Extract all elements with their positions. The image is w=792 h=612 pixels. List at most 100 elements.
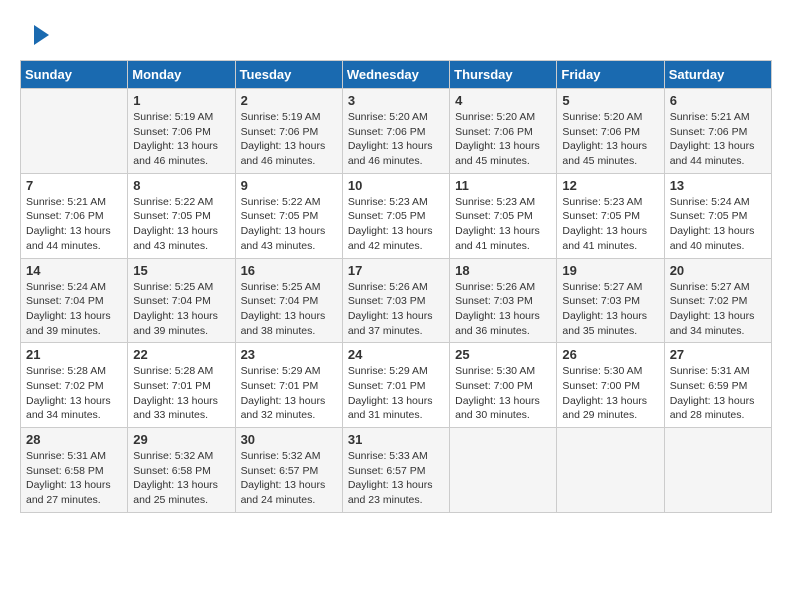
day-info: Sunrise: 5:19 AM Sunset: 7:06 PM Dayligh…: [133, 110, 229, 169]
calendar-cell: 4Sunrise: 5:20 AM Sunset: 7:06 PM Daylig…: [450, 89, 557, 174]
day-info: Sunrise: 5:27 AM Sunset: 7:03 PM Dayligh…: [562, 280, 658, 339]
day-info: Sunrise: 5:32 AM Sunset: 6:57 PM Dayligh…: [241, 449, 337, 508]
day-number: 9: [241, 178, 337, 193]
calendar-cell: 23 Sunrise: 5:29 AM Sunset: 7:01 PM Dayli…: [235, 343, 342, 428]
calendar-cell: [450, 428, 557, 513]
day-info: Sunrise: 5:32 AM Sunset: 6:58 PM Dayligh…: [133, 449, 229, 508]
day-info: Sunrise: 5:23 AM Sunset: 7:05 PM Dayligh…: [562, 195, 658, 254]
calendar-body: 1 Sunrise: 5:19 AM Sunset: 7:06 PM Daylig…: [21, 89, 772, 513]
calendar-cell: 16 Sunrise: 5:25 AM Sunset: 7:04 PM Dayli…: [235, 258, 342, 343]
day-number: 24: [348, 347, 444, 362]
col-header-tuesday: Tuesday: [235, 61, 342, 89]
calendar-cell: 6 Sunrise: 5:21 AM Sunset: 7:06 PM Daylig…: [664, 89, 771, 174]
day-info: Sunrise: 5:26 AM Sunset: 7:03 PM Dayligh…: [348, 280, 444, 339]
day-info: Sunrise: 5:30 AM Sunset: 7:00 PM Dayligh…: [455, 364, 551, 423]
calendar-cell: 5Sunrise: 5:20 AM Sunset: 7:06 PM Daylig…: [557, 89, 664, 174]
day-number: 30: [241, 432, 337, 447]
calendar-cell: 1 Sunrise: 5:19 AM Sunset: 7:06 PM Daylig…: [128, 89, 235, 174]
day-info: Sunrise: 5:21 AM Sunset: 7:06 PM Dayligh…: [670, 110, 766, 169]
calendar-table: SundayMondayTuesdayWednesdayThursdayFrid…: [20, 60, 772, 513]
calendar-cell: 24 Sunrise: 5:29 AM Sunset: 7:01 PM Dayli…: [342, 343, 449, 428]
calendar-cell: 17 Sunrise: 5:26 AM Sunset: 7:03 PM Dayli…: [342, 258, 449, 343]
day-info: Sunrise: 5:22 AM Sunset: 7:05 PM Dayligh…: [133, 195, 229, 254]
day-info: Sunrise: 5:29 AM Sunset: 7:01 PM Dayligh…: [348, 364, 444, 423]
day-info: Sunrise: 5:22 AM Sunset: 7:05 PM Dayligh…: [241, 195, 337, 254]
day-info: Sunrise: 5:24 AM Sunset: 7:05 PM Dayligh…: [670, 195, 766, 254]
day-number: 27: [670, 347, 766, 362]
day-number: 13: [670, 178, 766, 193]
week-row-3: 14 Sunrise: 5:24 AM Sunset: 7:04 PM Dayli…: [21, 258, 772, 343]
day-number: 29: [133, 432, 229, 447]
header-row: SundayMondayTuesdayWednesdayThursdayFrid…: [21, 61, 772, 89]
calendar-cell: 8 Sunrise: 5:22 AM Sunset: 7:05 PM Daylig…: [128, 173, 235, 258]
calendar-cell: 25Sunrise: 5:30 AM Sunset: 7:00 PM Dayli…: [450, 343, 557, 428]
day-info: Sunrise: 5:20 AM Sunset: 7:06 PM Dayligh…: [348, 110, 444, 169]
calendar-cell: 12Sunrise: 5:23 AM Sunset: 7:05 PM Dayli…: [557, 173, 664, 258]
col-header-sunday: Sunday: [21, 61, 128, 89]
day-number: 31: [348, 432, 444, 447]
calendar-cell: 26Sunrise: 5:30 AM Sunset: 7:00 PM Dayli…: [557, 343, 664, 428]
day-number: 1: [133, 93, 229, 108]
calendar-cell: 11 Sunrise: 5:23 AM Sunset: 7:05 PM Dayli…: [450, 173, 557, 258]
day-number: 10: [348, 178, 444, 193]
week-row-5: 28Sunrise: 5:31 AM Sunset: 6:58 PM Dayli…: [21, 428, 772, 513]
day-info: Sunrise: 5:27 AM Sunset: 7:02 PM Dayligh…: [670, 280, 766, 339]
day-number: 3: [348, 93, 444, 108]
calendar-cell: [21, 89, 128, 174]
calendar-cell: 30 Sunrise: 5:32 AM Sunset: 6:57 PM Dayli…: [235, 428, 342, 513]
day-number: 15: [133, 263, 229, 278]
calendar-cell: [664, 428, 771, 513]
col-header-saturday: Saturday: [664, 61, 771, 89]
day-info: Sunrise: 5:25 AM Sunset: 7:04 PM Dayligh…: [133, 280, 229, 339]
calendar-cell: 14 Sunrise: 5:24 AM Sunset: 7:04 PM Dayli…: [21, 258, 128, 343]
calendar-cell: 20 Sunrise: 5:27 AM Sunset: 7:02 PM Dayli…: [664, 258, 771, 343]
logo: [20, 20, 54, 50]
day-info: Sunrise: 5:31 AM Sunset: 6:58 PM Dayligh…: [26, 449, 122, 508]
day-info: Sunrise: 5:33 AM Sunset: 6:57 PM Dayligh…: [348, 449, 444, 508]
day-number: 19: [562, 263, 658, 278]
day-number: 11: [455, 178, 551, 193]
day-number: 4: [455, 93, 551, 108]
calendar-cell: 19 Sunrise: 5:27 AM Sunset: 7:03 PM Dayli…: [557, 258, 664, 343]
day-info: Sunrise: 5:25 AM Sunset: 7:04 PM Dayligh…: [241, 280, 337, 339]
day-number: 18: [455, 263, 551, 278]
day-number: 7: [26, 178, 122, 193]
day-number: 20: [670, 263, 766, 278]
calendar-cell: 15 Sunrise: 5:25 AM Sunset: 7:04 PM Dayli…: [128, 258, 235, 343]
day-number: 21: [26, 347, 122, 362]
calendar-cell: 31 Sunrise: 5:33 AM Sunset: 6:57 PM Dayli…: [342, 428, 449, 513]
day-info: Sunrise: 5:31 AM Sunset: 6:59 PM Dayligh…: [670, 364, 766, 423]
day-number: 6: [670, 93, 766, 108]
calendar-cell: 3 Sunrise: 5:20 AM Sunset: 7:06 PM Daylig…: [342, 89, 449, 174]
day-number: 16: [241, 263, 337, 278]
day-info: Sunrise: 5:30 AM Sunset: 7:00 PM Dayligh…: [562, 364, 658, 423]
day-number: 17: [348, 263, 444, 278]
col-header-friday: Friday: [557, 61, 664, 89]
day-info: Sunrise: 5:24 AM Sunset: 7:04 PM Dayligh…: [26, 280, 122, 339]
day-number: 2: [241, 93, 337, 108]
day-number: 14: [26, 263, 122, 278]
day-info: Sunrise: 5:26 AM Sunset: 7:03 PM Dayligh…: [455, 280, 551, 339]
day-number: 23: [241, 347, 337, 362]
day-info: Sunrise: 5:19 AM Sunset: 7:06 PM Dayligh…: [241, 110, 337, 169]
calendar-cell: 27 Sunrise: 5:31 AM Sunset: 6:59 PM Dayli…: [664, 343, 771, 428]
day-number: 22: [133, 347, 229, 362]
day-number: 8: [133, 178, 229, 193]
calendar-cell: 10Sunrise: 5:23 AM Sunset: 7:05 PM Dayli…: [342, 173, 449, 258]
week-row-1: 1 Sunrise: 5:19 AM Sunset: 7:06 PM Daylig…: [21, 89, 772, 174]
calendar-cell: 18 Sunrise: 5:26 AM Sunset: 7:03 PM Dayli…: [450, 258, 557, 343]
day-info: Sunrise: 5:28 AM Sunset: 7:01 PM Dayligh…: [133, 364, 229, 423]
page-header: [20, 20, 772, 50]
calendar-cell: [557, 428, 664, 513]
calendar-cell: 22 Sunrise: 5:28 AM Sunset: 7:01 PM Dayli…: [128, 343, 235, 428]
day-info: Sunrise: 5:29 AM Sunset: 7:01 PM Dayligh…: [241, 364, 337, 423]
day-info: Sunrise: 5:23 AM Sunset: 7:05 PM Dayligh…: [455, 195, 551, 254]
calendar-cell: 29 Sunrise: 5:32 AM Sunset: 6:58 PM Dayli…: [128, 428, 235, 513]
calendar-cell: 13 Sunrise: 5:24 AM Sunset: 7:05 PM Dayli…: [664, 173, 771, 258]
calendar-cell: 21Sunrise: 5:28 AM Sunset: 7:02 PM Dayli…: [21, 343, 128, 428]
col-header-thursday: Thursday: [450, 61, 557, 89]
day-info: Sunrise: 5:21 AM Sunset: 7:06 PM Dayligh…: [26, 195, 122, 254]
calendar-cell: 7 Sunrise: 5:21 AM Sunset: 7:06 PM Daylig…: [21, 173, 128, 258]
calendar-cell: 9 Sunrise: 5:22 AM Sunset: 7:05 PM Daylig…: [235, 173, 342, 258]
logo-icon: [24, 20, 54, 50]
